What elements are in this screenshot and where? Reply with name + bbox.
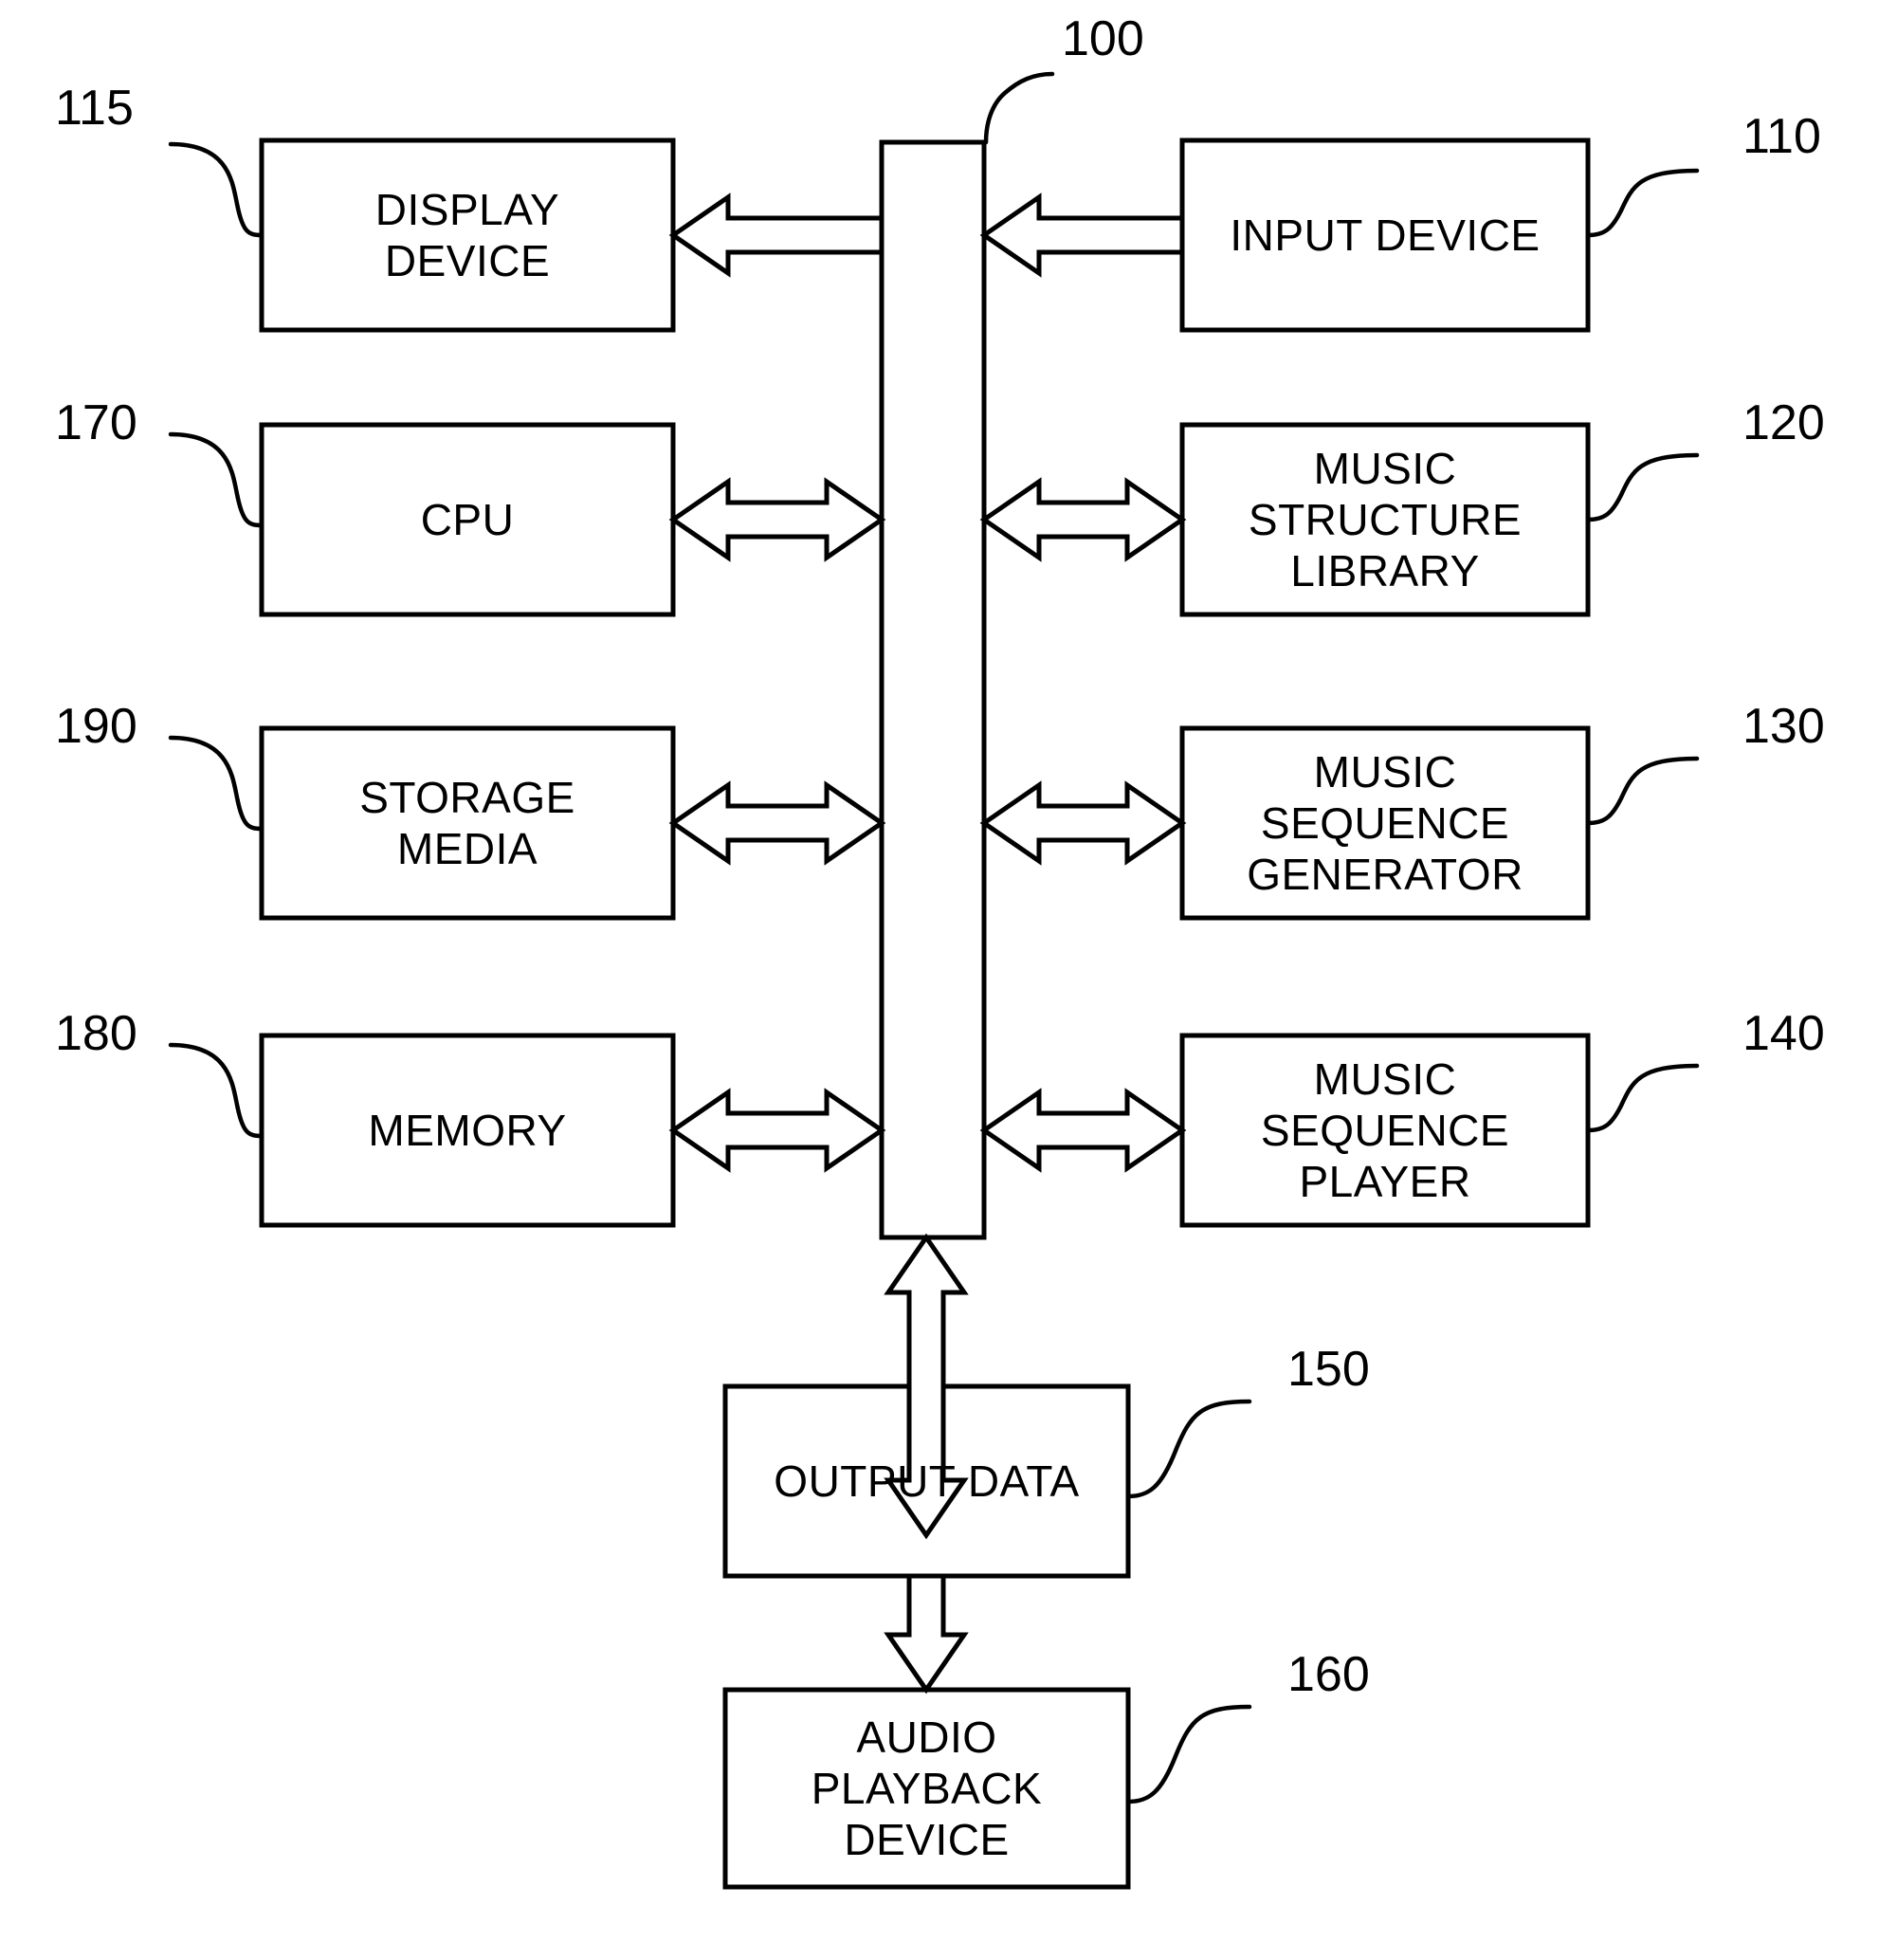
reference-number-140: 140 bbox=[1742, 1006, 1825, 1061]
arrow-output-to-audio bbox=[884, 1573, 969, 1694]
reference-number-120: 120 bbox=[1742, 395, 1825, 450]
diagram-canvas bbox=[168, 71, 1700, 1890]
system-bus bbox=[879, 139, 987, 1240]
arrow-bus-to-display bbox=[668, 192, 885, 278]
reference-number-115: 115 bbox=[55, 81, 134, 136]
leader-160 bbox=[1125, 1704, 1252, 1804]
leader-150 bbox=[1125, 1399, 1252, 1499]
leader-110 bbox=[1585, 168, 1700, 238]
reference-number-180: 180 bbox=[55, 1006, 137, 1061]
music-sequence-generator-box[interactable] bbox=[1179, 725, 1591, 921]
arrow-bus-library bbox=[979, 477, 1187, 562]
reference-number-110: 110 bbox=[1742, 109, 1821, 164]
leader-130 bbox=[1585, 756, 1700, 826]
leader-180 bbox=[168, 1042, 264, 1139]
arrow-storage-bus bbox=[668, 780, 886, 866]
reference-number-170: 170 bbox=[55, 395, 137, 450]
reference-number-160: 160 bbox=[1287, 1647, 1370, 1702]
leader-190 bbox=[168, 735, 264, 832]
reference-number-130: 130 bbox=[1742, 699, 1825, 754]
storage-media-box[interactable] bbox=[259, 725, 676, 921]
leader-170 bbox=[168, 431, 264, 528]
input-device-box[interactable] bbox=[1179, 137, 1591, 333]
arrow-bus-player bbox=[979, 1088, 1187, 1173]
arrow-input-to-bus bbox=[979, 192, 1185, 278]
cpu-box[interactable] bbox=[259, 422, 676, 617]
arrow-bus-generator bbox=[979, 780, 1187, 866]
patent-figure: DISPLAY DEVICE INPUT DEVICE CPU MUSIC ST… bbox=[0, 0, 1897, 1960]
reference-number-190: 190 bbox=[55, 699, 137, 754]
display-device-box[interactable] bbox=[259, 137, 676, 333]
leader-140 bbox=[1585, 1063, 1700, 1133]
arrow-memory-bus bbox=[668, 1088, 886, 1173]
audio-playback-device-box[interactable] bbox=[722, 1687, 1131, 1890]
leader-120 bbox=[1585, 452, 1700, 522]
arrow-cpu-bus bbox=[668, 477, 886, 562]
reference-number-100: 100 bbox=[1062, 11, 1144, 66]
leader-100 bbox=[983, 71, 1055, 145]
memory-box[interactable] bbox=[259, 1033, 676, 1228]
music-sequence-player-box[interactable] bbox=[1179, 1033, 1591, 1228]
reference-number-150: 150 bbox=[1287, 1342, 1370, 1397]
leader-115 bbox=[168, 141, 264, 238]
music-structure-library-box[interactable] bbox=[1179, 422, 1591, 617]
